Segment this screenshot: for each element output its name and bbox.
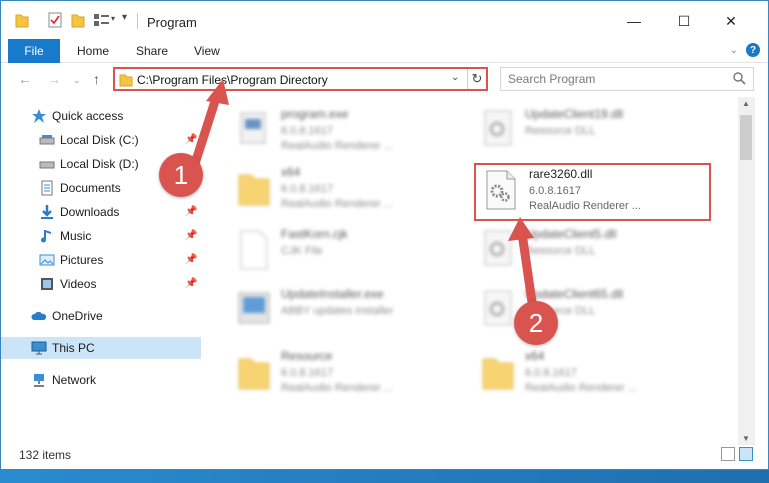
desktop-background xyxy=(0,470,769,483)
arrow-1-head xyxy=(206,79,229,105)
annotation-arrows xyxy=(186,79,539,321)
arrow-2-head xyxy=(508,217,534,241)
step-badge-2: 2 xyxy=(514,301,558,345)
step-badge-1: 1 xyxy=(159,153,203,197)
file-explorer-window: ▾ ▾ Program — ☐ ✕ File Home Share View ⌄… xyxy=(0,0,769,470)
